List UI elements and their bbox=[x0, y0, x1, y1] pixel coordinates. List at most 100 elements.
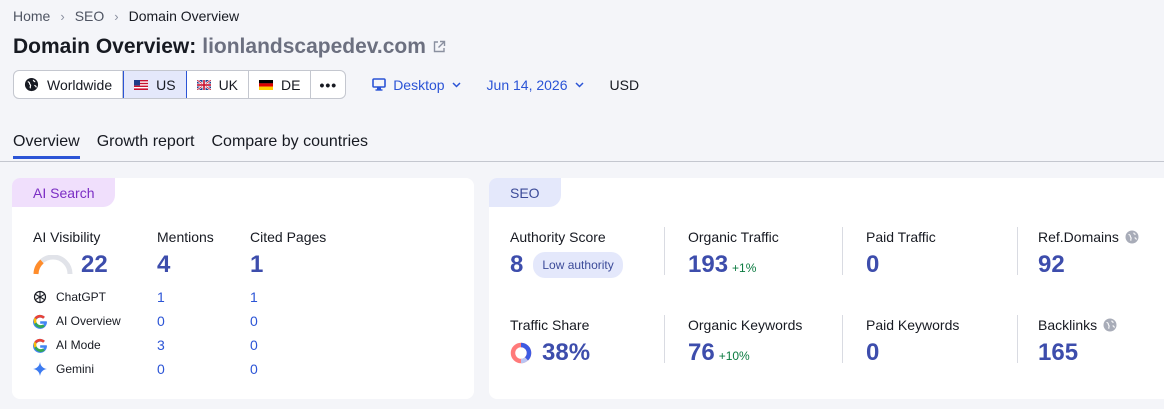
db-worldwide-label: Worldwide bbox=[47, 76, 113, 93]
device-label: Desktop bbox=[393, 76, 445, 93]
organic-keywords-label: Organic Keywords bbox=[688, 317, 803, 333]
de-flag-icon bbox=[259, 79, 274, 90]
db-de-button[interactable]: DE bbox=[249, 71, 312, 98]
cited-pages-value[interactable]: 1 bbox=[250, 251, 263, 279]
divider bbox=[1017, 227, 1018, 275]
organic-keywords-delta: +10% bbox=[718, 349, 750, 363]
ref-domains-value[interactable]: 92 bbox=[1038, 251, 1065, 279]
backlinks-text: Backlinks bbox=[1038, 317, 1098, 333]
authority-score-number[interactable]: 8 bbox=[510, 251, 523, 279]
traffic-share-value: 38% bbox=[510, 339, 590, 367]
date-dropdown[interactable]: Jun 14, 2026 bbox=[487, 77, 584, 93]
ai-row-name: Gemini bbox=[56, 362, 95, 376]
desktop-icon bbox=[372, 78, 386, 91]
paid-traffic-value[interactable]: 0 bbox=[866, 251, 879, 279]
organic-keywords-value: 76 +10% bbox=[688, 339, 750, 367]
organic-traffic-value: 193 +1% bbox=[688, 251, 756, 279]
paid-traffic-label: Paid Traffic bbox=[866, 229, 936, 245]
traffic-share-label: Traffic Share bbox=[510, 317, 590, 333]
breadcrumb-seo[interactable]: SEO bbox=[75, 8, 105, 24]
ai-row-gemini: Gemini bbox=[32, 361, 94, 377]
divider bbox=[1017, 315, 1018, 363]
page-title-prefix: Domain Overview: bbox=[13, 35, 197, 58]
google-icon bbox=[33, 338, 47, 353]
ai-visibility-label: AI Visibility bbox=[33, 229, 101, 245]
ref-domains-text: Ref.Domains bbox=[1038, 229, 1119, 245]
cited-pages-label: Cited Pages bbox=[250, 229, 327, 245]
organic-traffic-delta: +1% bbox=[732, 261, 757, 275]
tab-growth-report[interactable]: Growth report bbox=[97, 133, 195, 159]
backlinks-value[interactable]: 165 bbox=[1038, 339, 1078, 367]
tab-compare-by-countries[interactable]: Compare by countries bbox=[212, 133, 369, 159]
more-databases-button[interactable]: ••• bbox=[311, 71, 345, 98]
organic-keywords-number[interactable]: 76 bbox=[688, 339, 715, 367]
us-flag-icon bbox=[134, 79, 149, 90]
breadcrumb-home[interactable]: Home bbox=[13, 8, 50, 24]
ai-visibility-number: 22 bbox=[81, 251, 108, 278]
page-title: Domain Overview: lionlandscapedev.com bbox=[13, 35, 446, 59]
db-uk-button[interactable]: UK bbox=[187, 71, 250, 98]
ai-search-tag: AI Search bbox=[12, 178, 116, 207]
tab-bar: Overview Growth report Compare by countr… bbox=[13, 133, 385, 159]
chevron-down-icon bbox=[452, 81, 461, 88]
device-dropdown[interactable]: Desktop bbox=[372, 76, 461, 93]
db-worldwide-button[interactable]: Worldwide bbox=[14, 71, 124, 98]
seo-card: SEO Authority Score 8 Low authority Orga… bbox=[489, 178, 1164, 399]
divider bbox=[842, 315, 843, 363]
ai-row-name: AI Mode bbox=[56, 338, 101, 352]
seo-tag: SEO bbox=[489, 178, 561, 207]
organic-traffic-number[interactable]: 193 bbox=[688, 251, 728, 279]
page-title-domain: lionlandscapedev.com bbox=[202, 35, 426, 58]
ai-row-cited[interactable]: 1 bbox=[250, 289, 258, 305]
tabs-divider bbox=[0, 161, 1164, 162]
paid-keywords-label: Paid Keywords bbox=[866, 317, 960, 333]
tab-overview[interactable]: Overview bbox=[13, 133, 80, 159]
ai-row-mentions[interactable]: 1 bbox=[157, 289, 165, 305]
breadcrumb-current: Domain Overview bbox=[128, 8, 240, 24]
globe-icon bbox=[24, 77, 39, 92]
authority-badge: Low authority bbox=[533, 252, 623, 278]
globe-icon[interactable] bbox=[1125, 230, 1139, 244]
database-selector: Worldwide US UK DE ••• bbox=[13, 70, 347, 99]
ai-row-cited[interactable]: 0 bbox=[250, 313, 258, 329]
ai-row-mentions[interactable]: 3 bbox=[157, 337, 165, 353]
ai-row-mentions[interactable]: 0 bbox=[157, 361, 165, 377]
ai-row-mentions[interactable]: 0 bbox=[157, 313, 165, 329]
db-us-label: US bbox=[156, 76, 176, 93]
db-uk-label: UK bbox=[218, 76, 239, 93]
breadcrumb: Home › SEO › Domain Overview bbox=[13, 8, 239, 24]
ai-visibility-value: 22 bbox=[33, 251, 108, 279]
traffic-share-donut bbox=[510, 342, 532, 364]
ai-row-cited[interactable]: 0 bbox=[250, 361, 258, 377]
chatgpt-icon bbox=[33, 290, 47, 304]
db-de-label: DE bbox=[281, 76, 301, 93]
google-icon bbox=[33, 314, 47, 329]
db-us-button[interactable]: US bbox=[123, 71, 187, 98]
external-link-icon[interactable] bbox=[432, 40, 446, 54]
authority-score-label: Authority Score bbox=[510, 229, 606, 245]
ai-row-cited[interactable]: 0 bbox=[250, 337, 258, 353]
gemini-icon bbox=[33, 362, 47, 376]
backlinks-label: Backlinks bbox=[1038, 317, 1117, 333]
divider bbox=[664, 315, 665, 363]
divider bbox=[664, 227, 665, 275]
uk-flag-icon bbox=[196, 79, 211, 90]
ai-search-card: AI Search AI Visibility 22 Mentions 4 Ci… bbox=[12, 178, 474, 399]
ai-row-name: AI Overview bbox=[56, 314, 121, 328]
traffic-share-number[interactable]: 38% bbox=[542, 339, 590, 367]
chevron-down-icon bbox=[574, 81, 584, 88]
chevron-right-icon: › bbox=[114, 8, 119, 24]
paid-keywords-value[interactable]: 0 bbox=[866, 339, 879, 367]
filters-bar: Worldwide US UK DE ••• Desktop Jun 14, 2… bbox=[13, 70, 639, 99]
ref-domains-label: Ref.Domains bbox=[1038, 229, 1139, 245]
ai-row-name: ChatGPT bbox=[56, 290, 107, 304]
ai-row-chatgpt: ChatGPT bbox=[32, 289, 106, 305]
globe-icon[interactable] bbox=[1103, 318, 1117, 332]
mentions-value[interactable]: 4 bbox=[157, 251, 170, 279]
divider bbox=[842, 227, 843, 275]
mentions-label: Mentions bbox=[157, 229, 214, 245]
currency-label: USD bbox=[609, 76, 640, 93]
authority-score-value: 8 Low authority bbox=[510, 251, 623, 279]
date-label: Jun 14, 2026 bbox=[486, 76, 568, 93]
organic-traffic-label: Organic Traffic bbox=[688, 229, 779, 245]
